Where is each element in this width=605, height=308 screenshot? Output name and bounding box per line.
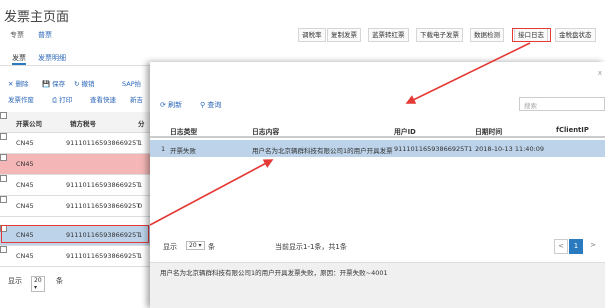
sap-button[interactable]: SAP抬 [122, 78, 141, 88]
row-checkbox[interactable] [0, 196, 7, 203]
next-page-button[interactable]: > [586, 239, 600, 254]
page-size-select[interactable]: 20 ▾ [186, 241, 205, 250]
interface-log-dialog: x ⟳ 刷新 ⚲ 查询 搜索 日志类型 日志内容 用户ID 日期时间 fClie… [150, 62, 605, 308]
row-checkbox[interactable] [0, 246, 7, 253]
subtab-invoice[interactable]: 发票 [12, 53, 26, 65]
table-row[interactable]: CN45 91110116593866925T 1 [0, 175, 150, 196]
close-icon[interactable]: x [598, 69, 602, 77]
pagination-summary: 当前显示1-1条，共1条 [275, 243, 347, 251]
blue-to-red-button[interactable]: 蓝票转红票 [368, 28, 409, 42]
subtab-invoice-detail[interactable]: 发票明细 [38, 53, 66, 63]
row-checkbox[interactable] [0, 133, 7, 140]
table-row[interactable]: CN45 91110116593866925T 1 [0, 246, 150, 267]
table-row[interactable]: CN45 [0, 154, 150, 175]
dialog-pagination: 显示 20 ▾ 条 当前显示1-1条，共1条 < 1 > [150, 239, 605, 255]
select-all-checkbox[interactable] [0, 112, 7, 119]
log-detail: 用户名为北京辆群科技有限公司1的用户开具发票失败，原因：开票失败~4001 [150, 262, 605, 308]
row-checkbox[interactable] [0, 175, 7, 182]
download-e-invoice-button[interactable]: 下载电子发票 [416, 28, 463, 42]
table-header: 开票公司 销方税号 分 [0, 112, 150, 133]
table-row[interactable]: CN45 91110116593866925T 1 [0, 133, 150, 154]
highlight-box [512, 28, 551, 42]
highlight-box [1, 225, 149, 243]
delete-button[interactable]: ✕ 删除 [8, 78, 29, 88]
void-invoice-button[interactable]: 发票作废 [8, 94, 34, 104]
undo-button[interactable]: ↻ 撤销 [74, 78, 95, 88]
save-button[interactable]: 💾 保存 [42, 78, 65, 88]
new-button[interactable]: 新吉 [130, 94, 143, 104]
refresh-icon: ⟳ [160, 101, 166, 109]
tab-special-invoice[interactable]: 专票 [10, 30, 24, 40]
refresh-button[interactable]: ⟳ 刷新 [160, 100, 182, 110]
prev-page-button[interactable]: < [554, 239, 568, 254]
adjust-tax-rate-button[interactable]: 调税率 [298, 28, 326, 42]
search-input[interactable]: 搜索 [519, 97, 605, 111]
page-1-button[interactable]: 1 [569, 239, 583, 254]
view-fast-button[interactable]: 查看快速 [90, 94, 116, 104]
table-row[interactable]: 1 开票失败 用户名为北京辆群科技有限公司1的用户开具发票 9111011659… [150, 140, 605, 157]
data-check-button[interactable]: 数据检测 [470, 28, 504, 42]
print-button[interactable]: ⎙ 打印 [52, 94, 72, 105]
page-title: 发票主页面 [4, 10, 70, 25]
row-checkbox[interactable] [0, 154, 7, 161]
search-icon: ⚲ [200, 101, 206, 109]
table-row[interactable]: CN45 91110116593866925T 0 [0, 196, 150, 217]
query-button[interactable]: ⚲ 查询 [200, 100, 221, 110]
table-header: 日志类型 日志内容 用户ID 日期时间 fClientIP [150, 122, 605, 138]
page-size-select[interactable]: 20 ▾ [31, 276, 45, 292]
tab-normal-invoice[interactable]: 普票 [38, 30, 52, 40]
tax-disk-status-button[interactable]: 金税盘状态 [555, 28, 596, 42]
copy-invoice-button[interactable]: 复制发票 [327, 28, 361, 42]
